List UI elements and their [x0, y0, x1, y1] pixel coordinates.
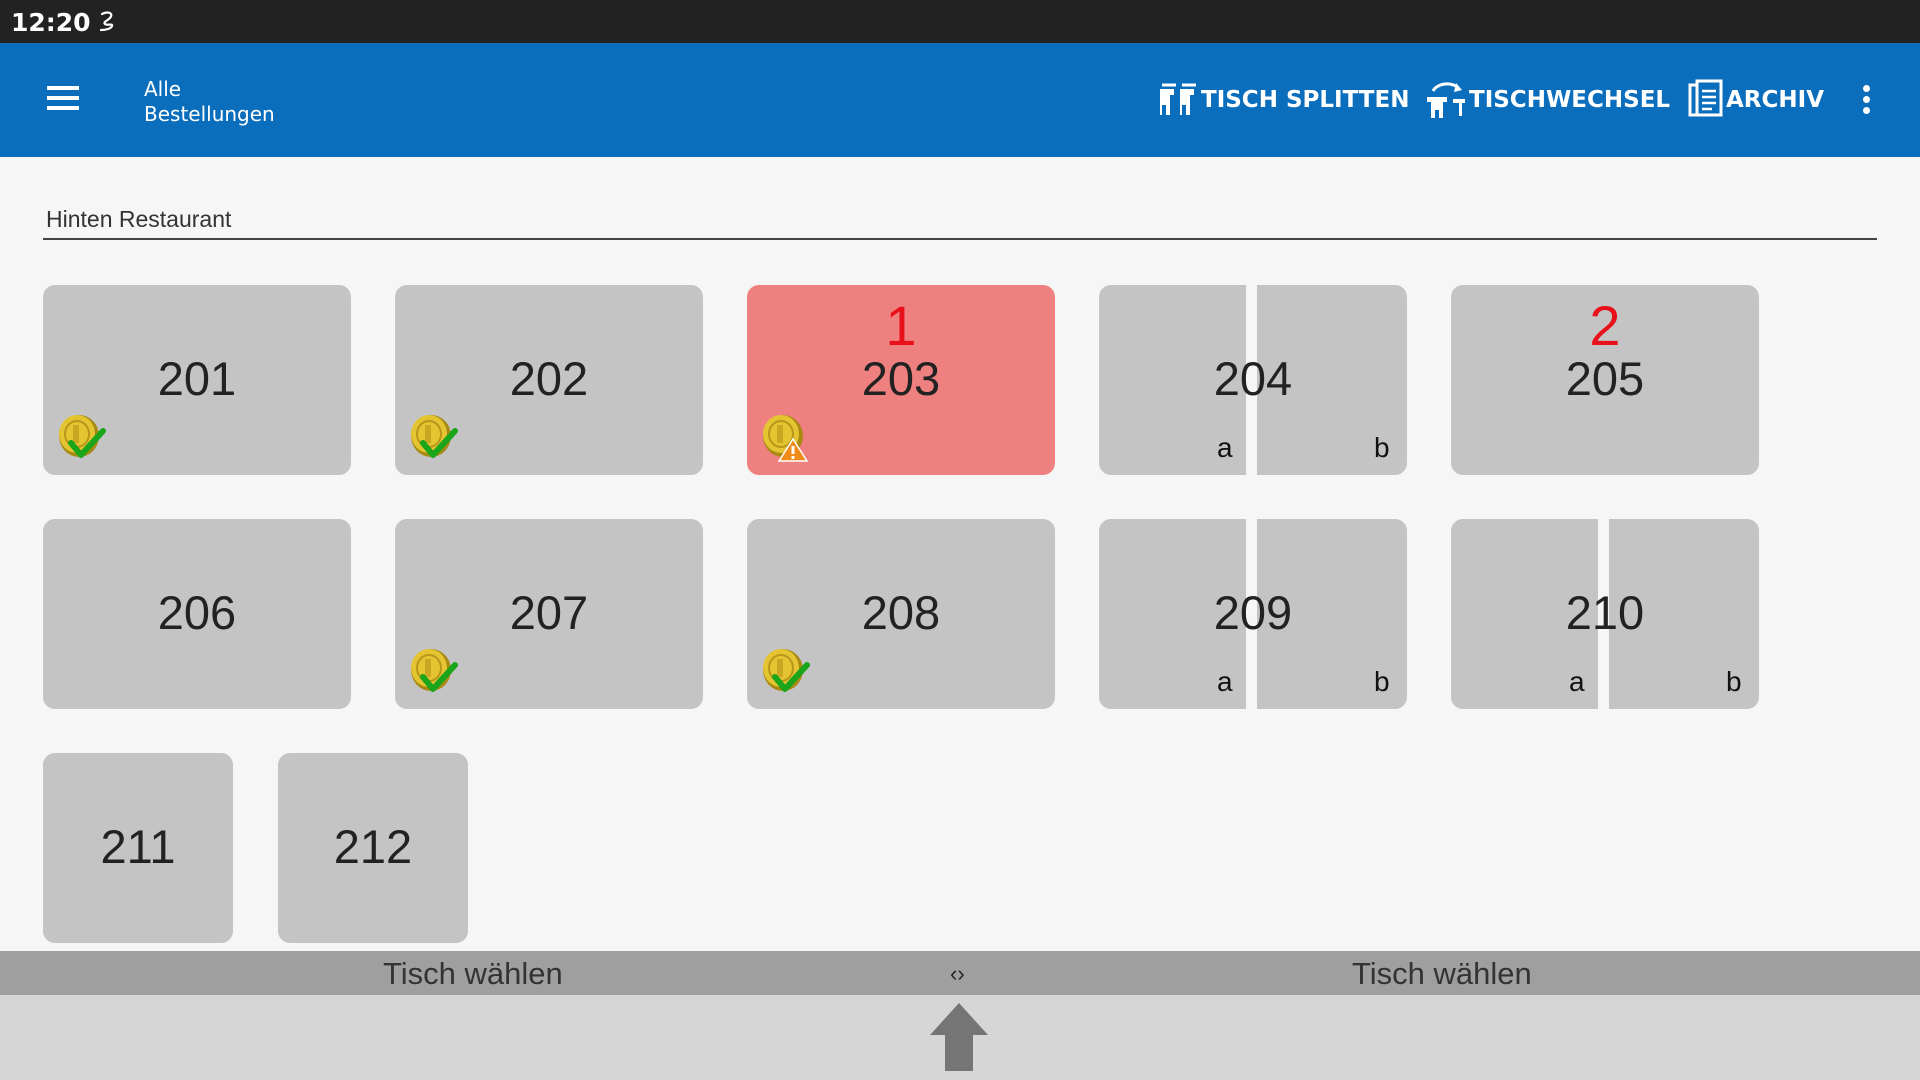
payment-ok-icon [411, 649, 458, 692]
table-number: 209 [1213, 586, 1293, 639]
table-number: 208 [861, 586, 941, 639]
table-part-a[interactable]: a [1217, 433, 1233, 463]
table-grid: 201 202 1 203 204 a b 2 205 206 207 208 209 a b 210 a b 21… [0, 0, 1920, 950]
payment-warning-icon [763, 415, 809, 462]
table-number: 201 [157, 352, 237, 405]
select-table-left[interactable]: Tisch wählen [383, 956, 563, 992]
table-tile-204[interactable]: 204 a b [1099, 285, 1407, 475]
table-number: 202 [509, 352, 589, 405]
table-tile-212[interactable]: 212 [278, 753, 468, 943]
table-order-count: 1 [885, 294, 917, 357]
table-number: 212 [333, 820, 413, 873]
table-tile-203[interactable]: 1 203 [747, 285, 1055, 475]
arrow-up-icon[interactable] [928, 1001, 990, 1073]
table-tile-207[interactable]: 207 [395, 519, 703, 709]
table-order-count: 2 [1589, 294, 1621, 357]
table-number: 211 [100, 820, 176, 873]
table-number: 203 [861, 352, 941, 405]
table-tile-210[interactable]: 210 a b [1451, 519, 1759, 709]
table-tile-202[interactable]: 202 [395, 285, 703, 475]
table-number: 206 [157, 586, 237, 639]
payment-ok-icon [411, 415, 458, 458]
payment-ok-icon [59, 415, 106, 458]
table-number: 205 [1565, 352, 1645, 405]
table-tile-201[interactable]: 201 [43, 285, 351, 475]
table-tile-206[interactable]: 206 [43, 519, 351, 709]
swap-tables-button[interactable]: ‹› [950, 961, 965, 987]
table-tile-211[interactable]: 211 [43, 753, 233, 943]
payment-ok-icon [763, 649, 810, 692]
select-table-right[interactable]: Tisch wählen [1352, 956, 1532, 992]
table-part-a[interactable]: a [1217, 667, 1233, 697]
table-number: 207 [509, 586, 589, 639]
table-number: 210 [1565, 586, 1645, 639]
bottom-panel [0, 995, 1920, 1080]
table-part-b[interactable]: b [1726, 667, 1742, 697]
table-part-a[interactable]: a [1569, 667, 1585, 697]
table-part-b[interactable]: b [1374, 667, 1390, 697]
table-tile-209[interactable]: 209 a b [1099, 519, 1407, 709]
table-selection-bar: Tisch wählen ‹› Tisch wählen [0, 951, 1920, 995]
table-tile-205[interactable]: 2 205 [1451, 285, 1759, 475]
table-number: 204 [1213, 352, 1293, 405]
table-part-b[interactable]: b [1374, 433, 1390, 463]
table-tile-208[interactable]: 208 [747, 519, 1055, 709]
